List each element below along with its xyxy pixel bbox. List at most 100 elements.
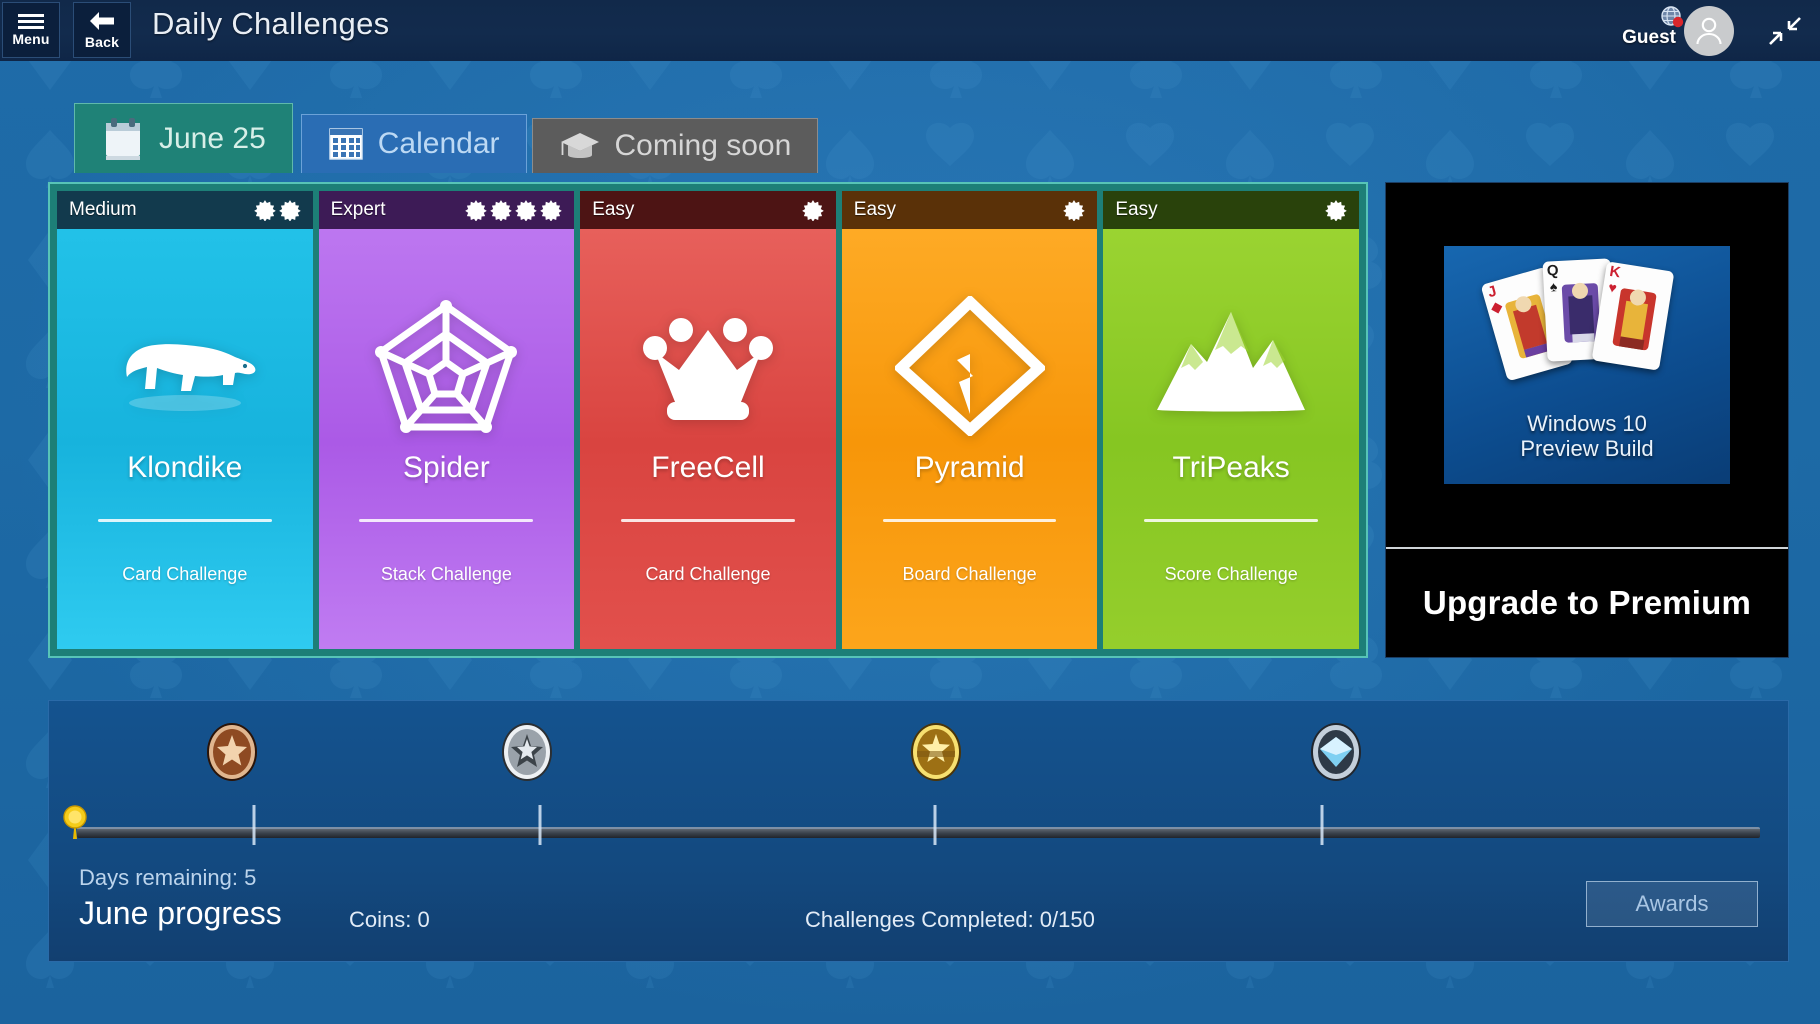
track-tick (933, 805, 937, 845)
crown-icon (633, 291, 783, 441)
track-tick (538, 805, 542, 845)
card-subtitle: Score Challenge (1164, 564, 1298, 584)
progress-track-bar (77, 827, 1760, 838)
star-burst-icon (540, 200, 562, 221)
card-header: Medium (57, 191, 313, 229)
challenge-card-pyramid[interactable]: Easy Pyramid Board Challenge (841, 191, 1098, 649)
gold-medal[interactable] (905, 721, 967, 783)
card-body: Klondike Card Challenge (57, 229, 313, 649)
star-burst-icon (278, 200, 301, 221)
difficulty-label: Easy (853, 199, 897, 220)
tab-bar: June 25 Calendar Coming soon (74, 103, 819, 173)
tab-coming-soon[interactable]: Coming soon (531, 118, 819, 173)
difficulty-label: Expert (330, 199, 386, 220)
tab-june-25-label: June 25 (159, 121, 266, 155)
page-title: Daily Challenges (152, 6, 390, 41)
difficulty-stars (465, 199, 562, 221)
hamburger-icon (18, 13, 44, 29)
difficulty-stars (1063, 199, 1086, 221)
card-body: FreeCell Card Challenge (580, 229, 836, 649)
silver-medal[interactable] (496, 721, 558, 783)
card-subtitle: Stack Challenge (380, 564, 512, 584)
tab-coming-soon-label: Coming soon (614, 129, 792, 162)
playing-cards-artwork: J ◆ Q ♠ K ♥ (1480, 252, 1687, 402)
bronze-medal[interactable] (201, 721, 263, 783)
challenges-completed-label: Challenges Completed: 0/150 (805, 907, 1095, 932)
upgrade-to-premium-panel[interactable]: J ◆ Q ♠ K ♥ Windows 10 Preview Build Upg… (1385, 182, 1789, 658)
difficulty-label: Easy (1115, 199, 1158, 220)
challenge-card-klondike[interactable]: Medium Klondike Card Challenge (57, 191, 313, 649)
graduation-cap-icon (560, 133, 599, 158)
polar-bear-icon (105, 291, 265, 441)
star-burst-icon (1063, 200, 1086, 221)
advertisement-area[interactable]: J ◆ Q ♠ K ♥ Windows 10 Preview Build (1386, 183, 1788, 547)
month-progress-panel: Days remaining: 5 June progress Coins: 0… (48, 700, 1789, 962)
card-subtitle: Board Challenge (902, 564, 1037, 584)
menu-button-label: Menu (12, 30, 50, 47)
star-burst-icon (253, 200, 276, 221)
difficulty-stars (253, 199, 301, 221)
calendar-page-icon (106, 117, 140, 160)
ad-line-2: Preview Build (1520, 435, 1654, 461)
upgrade-to-premium-button[interactable]: Upgrade to Premium (1386, 549, 1788, 657)
card-title: TriPeaks (1172, 451, 1290, 484)
tab-calendar-label: Calendar (377, 127, 500, 160)
windows-10-preview-ad-tile: J ◆ Q ♠ K ♥ Windows 10 Preview Build (1444, 246, 1730, 484)
pyramid-icon (894, 291, 1045, 441)
track-tick (1320, 805, 1324, 845)
ad-line-1: Windows 10 (1527, 411, 1647, 436)
globe-notification-icon (1661, 5, 1684, 27)
card-header: Expert (318, 191, 575, 229)
card-divider (621, 519, 795, 522)
card-divider (1144, 519, 1319, 522)
challenge-card-tripeaks[interactable]: Easy TriPeaks Score Challenge (1103, 191, 1359, 649)
card-header: Easy (841, 191, 1098, 229)
playing-card-king-hearts: K ♥ (1591, 261, 1675, 371)
coins-label: Coins: 0 (349, 907, 430, 932)
back-arrow-icon (90, 12, 114, 30)
days-remaining-label: Days remaining: 5 (79, 865, 257, 890)
avatar[interactable] (1684, 5, 1734, 56)
avatar-wrapper (1661, 5, 1734, 56)
awards-button[interactable]: Awards (1586, 881, 1758, 927)
gold-coin-marker-icon (63, 805, 87, 839)
card-header: Easy (580, 191, 836, 229)
star-burst-icon (1325, 200, 1347, 221)
back-button-label: Back (84, 34, 120, 50)
star-burst-icon (490, 200, 512, 221)
tab-june-25[interactable]: June 25 (74, 103, 293, 173)
daily-challenge-cards-panel: Medium Klondike Card Challenge Expert Sp… (48, 182, 1368, 658)
card-face-art (1612, 288, 1657, 351)
back-button[interactable]: Back (73, 2, 131, 58)
mountain-peaks-icon (1151, 291, 1311, 441)
card-body: Spider Stack Challenge (319, 229, 575, 649)
month-progress-label: June progress (79, 895, 282, 931)
menu-button[interactable]: Menu (2, 2, 60, 58)
person-avatar-icon (1696, 17, 1722, 44)
card-body: Pyramid Board Challenge (842, 229, 1098, 649)
difficulty-label: Easy (592, 199, 635, 220)
card-divider (882, 519, 1057, 522)
star-burst-icon (465, 200, 487, 221)
card-title: Spider (403, 451, 490, 484)
card-body: TriPeaks Score Challenge (1103, 229, 1359, 649)
tab-calendar[interactable]: Calendar (300, 114, 527, 173)
account-name-label: Guest (1622, 26, 1676, 48)
star-burst-icon (801, 200, 824, 221)
difficulty-stars (1325, 199, 1347, 221)
title-bar: Menu Back Daily Challenges Guest (0, 0, 1820, 61)
calendar-grid-icon (329, 128, 363, 160)
card-title: FreeCell (651, 451, 765, 484)
card-subtitle: Card Challenge (645, 564, 771, 584)
card-title: Klondike (127, 451, 243, 484)
card-divider (359, 519, 534, 522)
exit-fullscreen-icon[interactable] (1766, 14, 1804, 48)
progress-track[interactable] (63, 805, 1760, 853)
challenge-card-spider[interactable]: Expert Spider Stack Challenge (318, 191, 575, 649)
progress-stats-row: Days remaining: 5 June progress Coins: 0… (49, 853, 1788, 963)
medal-row (49, 701, 1788, 819)
diamond-medal[interactable] (1305, 721, 1367, 783)
challenge-card-freecell[interactable]: Easy FreeCell Card Challenge (580, 191, 836, 649)
card-divider (97, 519, 272, 522)
ad-text: Windows 10 Preview Build (1520, 411, 1654, 461)
